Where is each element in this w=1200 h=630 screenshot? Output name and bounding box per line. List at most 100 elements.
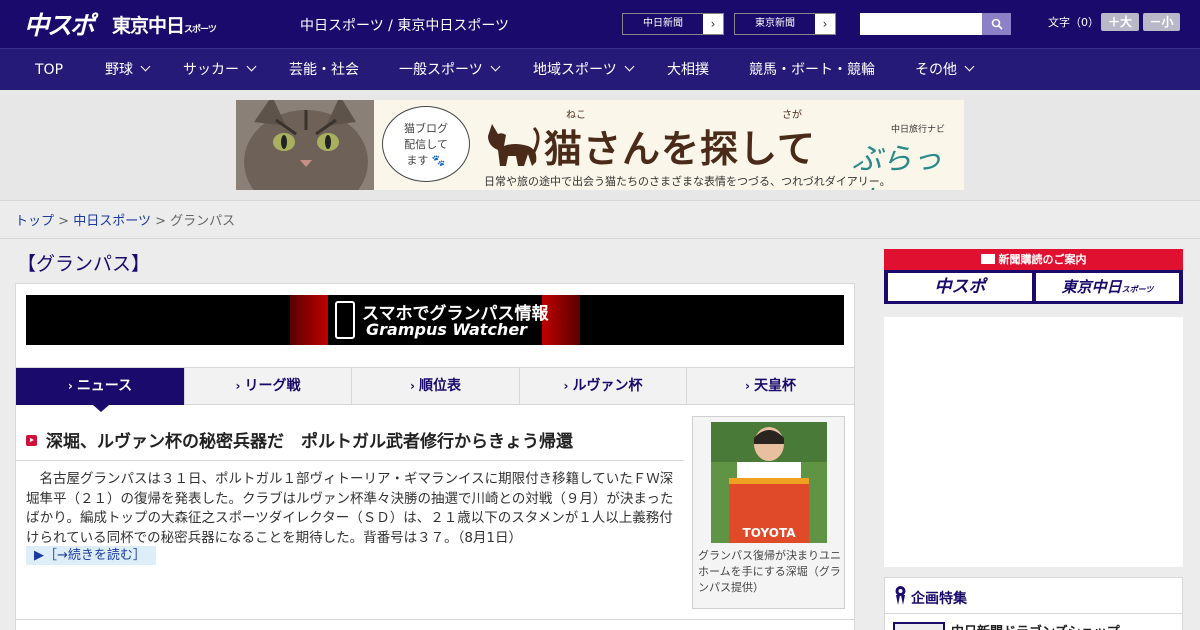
nav-label: 芸能・社会 — [289, 62, 359, 78]
subscribe-tokyo-label: 東京中日 — [1061, 278, 1122, 296]
chunichi-shimbun-link[interactable]: 中日新聞 › — [622, 13, 724, 35]
chevron-down-icon — [964, 61, 975, 72]
special-feature-box: 企画特集 中日新聞ドラゴンズショップ — [884, 577, 1183, 630]
tab-standings[interactable]: › 順位表 — [352, 368, 520, 405]
tab-news[interactable]: › ニュース — [16, 368, 185, 405]
subscription-title: 新聞購読のご案内 — [998, 253, 1087, 266]
curtain-left — [290, 295, 328, 345]
read-more-link[interactable]: ▶［→続きを読む］ — [26, 546, 156, 565]
breadcrumb-divider — [0, 238, 1200, 239]
article-headline[interactable]: 深堀、ルヴァン杯の秘密兵器だ ポルトガル武者修行からきょう帰還 — [46, 427, 573, 452]
special-divider — [885, 613, 1182, 614]
article-body: 名古屋グランパスは３１日、ポルトガル１部ヴィトーリア・ギマランイスに期限付き移籍… — [26, 471, 674, 546]
nav-label: 競馬・ボート・競輪 — [749, 62, 875, 78]
chevron-down-icon — [140, 61, 151, 72]
article-photo-box: TOYOTA グランパス復帰が決まりユニホームを手にする深堀（グランパス提供） — [692, 416, 845, 609]
chevron-down-icon — [624, 61, 635, 72]
nav-item-other[interactable]: その他 — [915, 49, 975, 91]
ad-strip: 猫ブログ 配信して ます 🐾 ねこ さが 猫さんを探して 中日旅行ナビ ぶらっ人… — [0, 90, 1200, 201]
gw-line-2: Grampus Watcher — [366, 320, 528, 339]
tab-levain-cup[interactable]: › ルヴァン杯 — [520, 368, 687, 405]
subscribe-tokyo-button[interactable]: 東京中日スポーツ — [1036, 273, 1179, 301]
nav-label: 地域スポーツ — [533, 62, 617, 78]
article-photo[interactable]: TOYOTA — [711, 422, 827, 543]
subscribe-tokyo-sub: スポーツ — [1121, 285, 1154, 294]
grampus-watcher-banner[interactable]: スマホでグランパス情報 Grampus Watcher — [26, 295, 844, 345]
tab-label: ルヴァン杯 — [572, 378, 643, 394]
chevron-right-icon: › — [563, 379, 569, 393]
tokyo-logo-sub: スポーツ — [184, 25, 217, 35]
nav-label: 野球 — [105, 62, 133, 78]
font-size-label: 文字（0） — [1048, 16, 1099, 29]
tokyo-chunichi-logo[interactable]: 東京中日スポーツ — [112, 11, 217, 38]
smartphone-icon — [335, 301, 355, 339]
chevron-right-icon: › — [703, 14, 723, 34]
tab-label: リーグ戦 — [244, 378, 301, 394]
chusupo-logo[interactable]: 中スポ — [24, 6, 95, 42]
photo-caption: グランパス復帰が決まりユニホームを手にする深堀（グランパス提供） — [698, 549, 841, 594]
paw-icon: 🐾 — [431, 154, 446, 167]
nav-item-top[interactable]: TOP — [35, 49, 63, 91]
chevron-right-icon: › — [235, 379, 241, 393]
tokyo-logo-text: 東京中日 — [112, 15, 185, 37]
nav-item-entertainment[interactable]: 芸能・社会 — [289, 49, 359, 91]
ad-tagline: 日常や旅の途中で出会う猫たちのさまざまな表情をつづる、つれづれダイアリー。 — [484, 175, 891, 188]
tokyo-shimbun-link[interactable]: 東京新聞 › — [734, 13, 836, 35]
search-input[interactable] — [860, 13, 982, 35]
ad-headline: 猫さんを探して — [544, 127, 816, 171]
nav-label: 大相撲 — [667, 62, 709, 78]
tab-label: 順位表 — [418, 378, 461, 394]
site-title: 中日スポーツ / 東京中日スポーツ — [300, 18, 510, 34]
tab-league[interactable]: › リーグ戦 — [185, 368, 352, 405]
tab-label: ニュース — [76, 378, 133, 394]
font-bigger-button[interactable]: ＋大 — [1101, 13, 1139, 31]
tab-label: 天皇杯 — [753, 378, 796, 394]
search-button[interactable] — [982, 13, 1011, 35]
main-content: スマホでグランパス情報 Grampus Watcher › ニュース › リーグ戦 … — [15, 283, 855, 630]
ribbon-icon — [895, 586, 906, 605]
page-title: 【グランパス】 — [17, 253, 151, 275]
subscription-header[interactable]: 新聞購読のご案内 — [884, 249, 1183, 270]
breadcrumb-separator: > — [58, 214, 70, 229]
nav-label: TOP — [35, 62, 64, 78]
cat-silhouette-icon — [488, 124, 540, 166]
subscription-links: 中スポ 東京中日スポーツ — [884, 270, 1183, 304]
search-icon — [991, 18, 1003, 30]
nav-item-baseball[interactable]: 野球 — [105, 49, 151, 91]
special-feature-title: 企画特集 — [911, 591, 967, 607]
cat-blog-ad-banner[interactable]: 猫ブログ 配信して ます 🐾 ねこ さが 猫さんを探して 中日旅行ナビ ぶらっ人… — [236, 100, 964, 190]
nav-item-racing[interactable]: 競馬・ボート・競輪 — [749, 49, 875, 91]
breadcrumb-chunichi-sports-link[interactable]: 中日スポーツ — [73, 214, 151, 229]
chevron-right-icon: › — [410, 379, 415, 393]
tab-emperors-cup[interactable]: › 天皇杯 — [687, 368, 854, 405]
chevron-right-icon: › — [745, 379, 750, 393]
special-item-dragons-shop[interactable]: 中日新聞ドラゴンズショップ — [951, 621, 1120, 630]
shirt-sponsor-text: TOYOTA — [742, 526, 796, 540]
breadcrumb-separator: > — [155, 214, 166, 229]
section-tabs: › ニュース › リーグ戦 › 順位表 › ルヴァン杯 › 天皇杯 — [16, 367, 854, 412]
blog-bubble: 猫ブログ 配信して ます 🐾 — [382, 106, 470, 182]
breadcrumb-top-link[interactable]: トップ — [15, 214, 54, 229]
breadcrumb: トップ > 中日スポーツ > グランパス — [15, 210, 235, 229]
nav-label: サッカー — [183, 62, 239, 78]
chevron-down-icon — [246, 61, 257, 72]
breadcrumb-current: グランパス — [170, 214, 236, 229]
play-icon — [26, 435, 37, 446]
nav-item-sumo[interactable]: 大相撲 — [667, 49, 709, 91]
chunichi-shimbun-label: 中日新聞 — [643, 18, 683, 29]
chevron-right-icon: › — [67, 379, 73, 393]
chevron-down-icon — [490, 61, 501, 72]
dragons-shop-thumbnail[interactable] — [893, 622, 945, 630]
nav-item-general-sports[interactable]: 一般スポーツ — [399, 49, 501, 91]
subscribe-chusupo-button[interactable]: 中スポ — [888, 273, 1032, 301]
nav-item-soccer[interactable]: サッカー — [183, 49, 257, 91]
headline-divider — [16, 460, 684, 461]
tokyo-shimbun-label: 東京新聞 — [755, 18, 795, 29]
nav-item-regional-sports[interactable]: 地域スポーツ — [533, 49, 635, 91]
active-tab-pointer — [93, 405, 109, 412]
article-divider — [16, 619, 854, 620]
chevron-right-icon: › — [815, 14, 835, 34]
cat-photo — [236, 100, 374, 190]
font-smaller-button[interactable]: －小 — [1143, 13, 1180, 31]
main-nav: TOP 野球 サッカー 芸能・社会 一般スポーツ 地域スポーツ 大相撲 競馬・ボ… — [0, 48, 1200, 90]
